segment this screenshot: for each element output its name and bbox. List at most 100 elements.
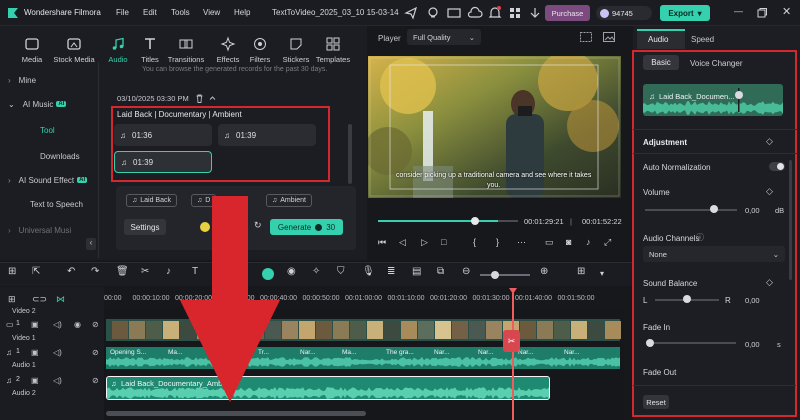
playhead-thumb[interactable]: [471, 217, 479, 225]
restore-icon[interactable]: [757, 8, 767, 18]
menu-edit[interactable]: Edit: [143, 8, 157, 17]
magnet-snap-icon[interactable]: ⋈: [56, 294, 65, 305]
speaker-icon[interactable]: ◁): [53, 320, 62, 329]
minimize-icon[interactable]: —: [734, 6, 743, 16]
snapshot-image-icon[interactable]: [603, 32, 615, 42]
safe-zone-icon[interactable]: [580, 32, 592, 42]
play-icon[interactable]: ▷: [421, 237, 428, 248]
keyframe-diamond-icon[interactable]: ◇: [766, 186, 773, 197]
subtab-basic[interactable]: Basic: [643, 55, 679, 70]
volume-slider[interactable]: [645, 209, 737, 211]
add-track-icon[interactable]: ⊞: [8, 294, 16, 305]
settings-button[interactable]: Settings: [124, 219, 166, 235]
folder-icon[interactable]: ▣: [31, 348, 39, 357]
record-icon[interactable]: ◉: [287, 266, 296, 277]
video-preview[interactable]: consider picking up a traditional camera…: [368, 56, 621, 198]
play-back-icon[interactable]: ◁: [399, 237, 406, 248]
delete-icon[interactable]: 🗑: [116, 266, 129, 277]
audio-edit-icon[interactable]: ♪: [166, 266, 171, 277]
folder-icon[interactable]: ▣: [31, 376, 39, 385]
timeline-scrollbar[interactable]: [106, 411, 366, 416]
stop-icon[interactable]: □: [441, 237, 446, 247]
keyframe-diamond-icon[interactable]: ◇: [766, 277, 773, 288]
layout-icon[interactable]: ⊞: [8, 266, 16, 277]
tag-laid-back[interactable]: ♫ Laid Back: [126, 194, 177, 207]
generate-button[interactable]: Generate 30: [270, 219, 343, 235]
select-tool-icon[interactable]: ⇱: [32, 266, 40, 277]
sidebar-item-ai-sound-effect[interactable]: › AI Sound Effect AI: [0, 170, 98, 190]
tab-stock-media[interactable]: Stock Media: [52, 36, 96, 64]
zoom-slider-thumb[interactable]: [491, 271, 499, 279]
playback-track[interactable]: [498, 220, 518, 222]
track-icon[interactable]: ≣: [387, 266, 395, 277]
microphone-icon[interactable]: 🎙: [362, 266, 375, 277]
link-icon[interactable]: ⊂⊃: [32, 294, 47, 305]
balance-slider-thumb[interactable]: [683, 295, 691, 303]
playhead-line[interactable]: [512, 293, 514, 420]
volume-value[interactable]: 0,00: [745, 206, 760, 215]
sidebar-item-downloads[interactable]: Downloads: [0, 146, 98, 166]
fade-in-slider-thumb[interactable]: [646, 339, 654, 347]
sidebar-item-universal-music[interactable]: › Universal Musi: [0, 220, 98, 240]
menu-help[interactable]: Help: [234, 8, 250, 17]
purchase-button[interactable]: Purchase: [545, 5, 590, 21]
menu-view[interactable]: View: [203, 8, 220, 17]
eye-icon[interactable]: ◉: [74, 320, 81, 329]
menu-file[interactable]: File: [116, 8, 129, 17]
quality-dropdown[interactable]: Full Quality ⌄: [407, 29, 481, 45]
close-icon[interactable]: ✕: [782, 5, 791, 18]
send-icon[interactable]: [403, 5, 419, 21]
tab-templates[interactable]: Templates: [311, 36, 355, 64]
fullscreen-icon[interactable]: ⤢: [604, 237, 611, 248]
sidebar-item-tool[interactable]: Tool: [0, 120, 98, 140]
sidebar-item-text-to-speech[interactable]: Text to Speech: [0, 194, 98, 214]
tab-transitions[interactable]: Transitions: [164, 36, 208, 64]
chevron-down-icon[interactable]: ▾: [600, 269, 604, 278]
more-options-icon[interactable]: ⋯: [517, 237, 526, 248]
export-button[interactable]: Export ▾: [660, 5, 710, 21]
audio-2-clip[interactable]: ♫ Laid Back_Documentary_Ambient: [106, 376, 550, 400]
notification-bell-icon[interactable]: [487, 5, 503, 21]
balance-value[interactable]: 0,00: [745, 296, 760, 305]
zoom-in-icon[interactable]: ⊕: [540, 266, 548, 277]
screen-icon[interactable]: [446, 5, 462, 21]
tab-media[interactable]: Media: [10, 36, 54, 64]
zoom-out-icon[interactable]: ⊖: [462, 266, 470, 277]
panel-scrollbar[interactable]: [789, 160, 792, 280]
scrollbar[interactable]: [348, 124, 352, 184]
info-icon[interactable]: ⓘ: [696, 232, 704, 243]
bulb-icon[interactable]: [425, 5, 441, 21]
effects-icon[interactable]: ✧: [312, 266, 320, 277]
snapshot-icon[interactable]: ⧉: [437, 266, 444, 277]
audio-channels-dropdown[interactable]: None ⌄: [643, 246, 785, 262]
grid-view-icon[interactable]: ⊞: [577, 266, 585, 277]
clip-trim-handle[interactable]: [735, 91, 743, 99]
collapse-sidebar-button[interactable]: ‹: [86, 238, 96, 250]
trash-icon[interactable]: [195, 94, 204, 103]
subtitle-icon[interactable]: ▤: [412, 266, 421, 277]
grid-icon[interactable]: [507, 5, 523, 21]
collapse-icon[interactable]: [208, 94, 217, 103]
sidebar-item-mine[interactable]: › Mine: [0, 70, 98, 90]
sidebar-item-ai-music[interactable]: ⌄ AI Music AI: [0, 94, 98, 114]
monitor-icon[interactable]: ▭: [545, 237, 554, 248]
lock-icon[interactable]: ⊘: [92, 376, 99, 385]
auto-normalization-toggle[interactable]: [769, 162, 785, 171]
fade-in-slider[interactable]: [654, 342, 736, 344]
tab-speed[interactable]: Speed: [691, 35, 714, 44]
credits-badge[interactable]: 94745: [596, 6, 652, 20]
camera-icon[interactable]: ◙: [566, 237, 571, 247]
folder-icon[interactable]: ▣: [31, 320, 39, 329]
audio-icon[interactable]: ♪: [586, 237, 591, 247]
zoom-slider[interactable]: [480, 274, 530, 276]
download-icon[interactable]: [527, 5, 543, 21]
lock-icon[interactable]: ⊘: [92, 348, 99, 357]
cloud-upload-icon[interactable]: [467, 5, 483, 21]
subtab-voice-changer[interactable]: Voice Changer: [690, 59, 742, 68]
mark-out-icon[interactable]: }: [496, 237, 499, 247]
redo-icon[interactable]: ↷: [91, 266, 99, 277]
mark-in-icon[interactable]: {: [473, 237, 476, 247]
speaker-icon[interactable]: ◁): [53, 348, 62, 357]
playback-progress[interactable]: [378, 220, 498, 222]
volume-slider-thumb[interactable]: [710, 205, 718, 213]
